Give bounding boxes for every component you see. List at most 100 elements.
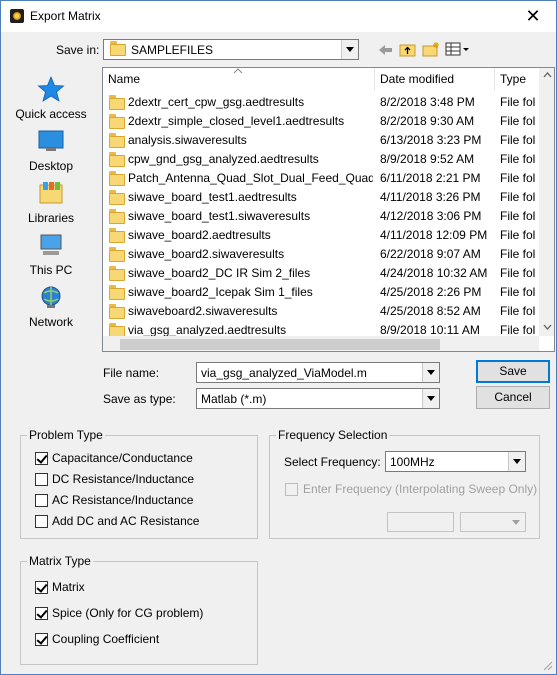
file-type: File fol <box>500 247 536 261</box>
view-menu-icon[interactable] <box>445 41 471 57</box>
file-name: siwave_board_test1.siwaveresults <box>128 209 311 223</box>
file-name-input[interactable]: via_gsg_analyzed_ViaModel.m <box>196 362 440 383</box>
place-network[interactable]: Network <box>11 281 91 331</box>
file-list[interactable]: Name Date modified Type 2dextr_cert_cpw_… <box>102 67 555 352</box>
checkbox-matrix[interactable] <box>35 581 48 594</box>
resize-grip-icon[interactable] <box>541 659 553 671</box>
checkbox-label: Coupling Coefficient <box>52 632 160 646</box>
file-row[interactable]: Patch_Antenna_Quad_Slot_Dual_Feed_Quad..… <box>103 169 539 188</box>
file-row[interactable]: siwaveboard2.siwaveresults 4/25/2018 8:52… <box>103 302 539 321</box>
folder-icon <box>109 247 125 262</box>
select-frequency-label: Select Frequency: <box>284 455 381 469</box>
checkbox-label: Enter Frequency (Interpolating Sweep Onl… <box>303 482 538 496</box>
star-icon <box>37 75 65 102</box>
back-arrow-icon[interactable] <box>377 42 395 58</box>
file-name: cpw_gnd_gsg_analyzed.aedtresults <box>128 152 319 166</box>
place-this-pc[interactable]: This PC <box>11 229 91 279</box>
chevron-down-icon[interactable] <box>341 40 358 59</box>
export-matrix-dialog: Export Matrix ✕ Save in: SAMPLEFILES Qui… <box>0 0 557 675</box>
file-date: 8/2/2018 3:48 PM <box>380 95 475 109</box>
file-name: siwave_board2_DC IR Sim 2_files <box>128 266 311 280</box>
frequency-value: 100MHz <box>390 455 435 469</box>
frequency-dropdown[interactable]: 100MHz <box>385 451 526 472</box>
folder-icon <box>109 152 125 167</box>
horizontal-scrollbar[interactable] <box>103 336 539 351</box>
place-label: Quick access <box>15 107 87 121</box>
file-row[interactable]: 2dextr_simple_closed_level1.aedtresults 8… <box>103 112 539 131</box>
file-date: 4/11/2018 12:09 PM <box>380 228 488 242</box>
file-date: 4/25/2018 8:52 AM <box>380 304 481 318</box>
group-title: Problem Type <box>27 428 105 442</box>
cancel-button[interactable]: Cancel <box>476 386 550 409</box>
checkbox-spice[interactable] <box>35 607 48 620</box>
column-header-date[interactable]: Date modified <box>375 68 495 90</box>
place-quick-access[interactable]: Quick access <box>11 73 91 123</box>
file-row[interactable]: siwave_board2.siwaveresults 6/22/2018 9:0… <box>103 245 539 264</box>
file-name: siwave_board2.siwaveresults <box>128 247 285 261</box>
folder-icon <box>109 228 125 243</box>
file-date: 8/9/2018 9:52 AM <box>380 152 475 166</box>
file-date: 6/22/2018 9:07 AM <box>380 247 481 261</box>
checkbox-enter-frequency[interactable] <box>285 483 298 496</box>
folder-icon <box>109 95 125 110</box>
file-row[interactable]: siwave_board_test1.aedtresults 4/11/2018 … <box>103 188 539 207</box>
save-as-type-value: Matlab (*.m) <box>201 392 267 406</box>
place-label: Libraries <box>27 211 75 225</box>
file-type: File fol <box>500 95 536 109</box>
save-in-dropdown[interactable]: SAMPLEFILES <box>103 39 359 60</box>
checkbox-label: Matrix <box>52 580 85 594</box>
frequency-selection-group: Frequency Selection Select Frequency: 10… <box>269 428 540 539</box>
place-desktop[interactable]: Desktop <box>11 125 91 175</box>
file-date: 6/11/2018 2:21 PM <box>380 171 481 185</box>
vertical-scrollbar[interactable] <box>539 68 554 336</box>
file-name: 2dextr_simple_closed_level1.aedtresults <box>128 114 345 128</box>
save-as-type-dropdown[interactable]: Matlab (*.m) <box>196 388 440 409</box>
chevron-down-icon[interactable] <box>508 452 525 471</box>
file-row[interactable]: siwave_board_test1.siwaveresults 4/12/201… <box>103 207 539 226</box>
file-name: siwave_board2.aedtresults <box>128 228 271 242</box>
place-label: This PC <box>29 263 73 277</box>
place-libraries[interactable]: Libraries <box>11 177 91 227</box>
scroll-down-icon[interactable] <box>543 324 552 330</box>
file-row[interactable]: 2dextr_cert_cpw_gsg.aedtresults 8/2/2018 … <box>103 93 539 112</box>
libraries-icon <box>39 182 63 204</box>
folder-icon <box>109 304 125 319</box>
file-type: File fol <box>500 266 536 280</box>
folder-icon <box>109 114 125 129</box>
scroll-thumb[interactable] <box>120 339 440 350</box>
file-row[interactable]: siwave_board2_Icepak Sim 1_files 4/25/201… <box>103 283 539 302</box>
checkbox-coupling-coefficient[interactable] <box>35 633 48 646</box>
file-row[interactable]: analysis.siwaveresults 6/13/2018 3:23 PM F… <box>103 131 539 150</box>
chevron-down-icon[interactable] <box>422 389 439 408</box>
close-button[interactable]: ✕ <box>510 1 556 32</box>
checkbox-ac-resistance[interactable] <box>35 494 48 507</box>
scroll-up-icon[interactable] <box>543 72 552 78</box>
file-type: File fol <box>500 171 536 185</box>
checkbox-dc-resistance[interactable] <box>35 473 48 486</box>
new-folder-icon[interactable] <box>422 41 440 57</box>
matrix-type-group: Matrix Type Matrix Spice (Only for CG pr… <box>20 554 258 665</box>
column-header-type[interactable]: Type <box>495 68 539 90</box>
save-button[interactable]: Save <box>476 360 550 383</box>
problem-type-group: Problem Type Capacitance/Conductance DC … <box>20 428 258 539</box>
frequency-value-input[interactable] <box>387 512 454 532</box>
checkbox-add-dc-ac[interactable] <box>35 515 48 528</box>
file-type: File fol <box>500 152 536 166</box>
up-folder-icon[interactable] <box>399 41 417 57</box>
file-row[interactable]: siwave_board2_DC IR Sim 2_files 4/24/2018… <box>103 264 539 283</box>
chevron-down-icon[interactable] <box>422 363 439 382</box>
chevron-down-icon <box>512 520 520 525</box>
window-title: Export Matrix <box>30 9 101 23</box>
file-type: File fol <box>500 133 536 147</box>
file-row[interactable]: cpw_gnd_gsg_analyzed.aedtresults 8/9/2018… <box>103 150 539 169</box>
folder-icon <box>109 285 125 300</box>
file-type: File fol <box>500 304 536 318</box>
file-row[interactable]: siwave_board2.aedtresults 4/11/2018 12:09… <box>103 226 539 245</box>
file-name: via_gsg_analyzed.aedtresults <box>128 323 287 337</box>
file-type: File fol <box>500 190 536 204</box>
title-bar: Export Matrix ✕ <box>1 1 556 32</box>
column-header-name[interactable]: Name <box>103 68 375 90</box>
save-in-label: Save in: <box>56 43 100 57</box>
checkbox-capacitance[interactable] <box>35 452 48 465</box>
frequency-unit-dropdown[interactable] <box>460 512 526 532</box>
